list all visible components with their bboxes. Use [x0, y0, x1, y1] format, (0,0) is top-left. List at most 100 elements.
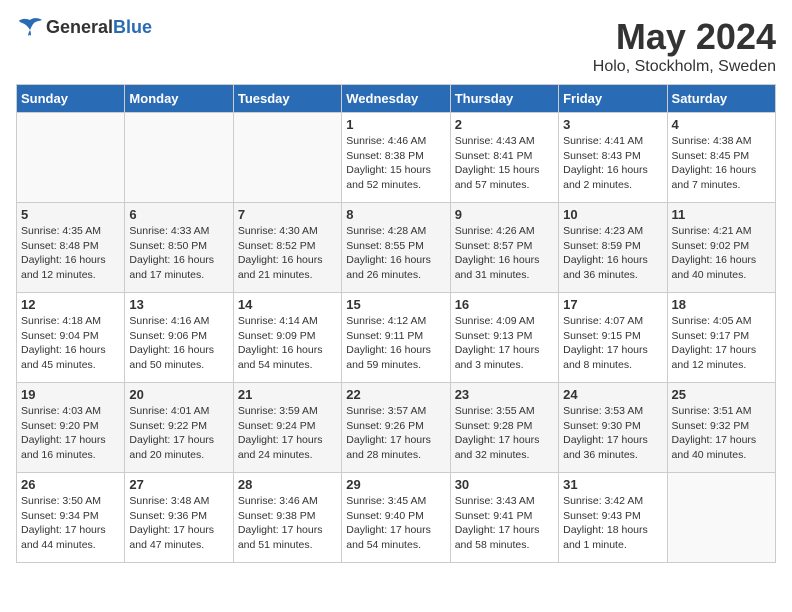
calendar-cell: 23 Sunrise: 3:55 AMSunset: 9:28 PMDayligh… — [450, 383, 558, 473]
calendar-cell: 24 Sunrise: 3:53 AMSunset: 9:30 PMDayligh… — [559, 383, 667, 473]
day-number: 15 — [346, 297, 445, 312]
cell-info: Sunrise: 3:51 AMSunset: 9:32 PMDaylight:… — [672, 404, 771, 463]
logo-blue: Blue — [113, 17, 152, 37]
calendar-cell: 19 Sunrise: 4:03 AMSunset: 9:20 PMDayligh… — [17, 383, 125, 473]
calendar-cell: 30 Sunrise: 3:43 AMSunset: 9:41 PMDayligh… — [450, 473, 558, 563]
day-number: 18 — [672, 297, 771, 312]
calendar-cell: 27Sunrise: 3:48 AMSunset: 9:36 PMDayligh… — [125, 473, 233, 563]
calendar-cell: 13 Sunrise: 4:16 AMSunset: 9:06 PMDayligh… — [125, 293, 233, 383]
day-number: 24 — [563, 387, 662, 402]
calendar-cell: 29 Sunrise: 3:45 AMSunset: 9:40 PMDayligh… — [342, 473, 450, 563]
calendar-cell — [17, 113, 125, 203]
cell-info: Sunrise: 4:30 AMSunset: 8:52 PMDaylight:… — [238, 224, 337, 283]
cell-info: Sunrise: 3:43 AMSunset: 9:41 PMDaylight:… — [455, 494, 554, 553]
month-title: May 2024 — [593, 16, 776, 58]
calendar-week-row: 1 Sunrise: 4:46 AMSunset: 8:38 PMDaylight… — [17, 113, 776, 203]
calendar-cell: 3Sunrise: 4:41 AMSunset: 8:43 PMDaylight… — [559, 113, 667, 203]
calendar-cell: 4 Sunrise: 4:38 AMSunset: 8:45 PMDaylight… — [667, 113, 775, 203]
calendar-body: 1 Sunrise: 4:46 AMSunset: 8:38 PMDaylight… — [17, 113, 776, 563]
calendar-cell: 25 Sunrise: 3:51 AMSunset: 9:32 PMDayligh… — [667, 383, 775, 473]
cell-info: Sunrise: 3:46 AMSunset: 9:38 PMDaylight:… — [238, 494, 337, 553]
cell-info: Sunrise: 4:16 AMSunset: 9:06 PMDaylight:… — [129, 314, 228, 373]
calendar-week-row: 5Sunrise: 4:35 AMSunset: 8:48 PMDaylight… — [17, 203, 776, 293]
day-header-monday: Monday — [125, 85, 233, 113]
calendar-cell: 18 Sunrise: 4:05 AMSunset: 9:17 PMDayligh… — [667, 293, 775, 383]
logo: GeneralBlue — [16, 16, 152, 38]
cell-info: Sunrise: 4:43 AMSunset: 8:41 PMDaylight:… — [455, 134, 554, 193]
day-header-thursday: Thursday — [450, 85, 558, 113]
cell-info: Sunrise: 4:46 AMSunset: 8:38 PMDaylight:… — [346, 134, 445, 193]
calendar-cell: 17Sunrise: 4:07 AMSunset: 9:15 PMDayligh… — [559, 293, 667, 383]
day-header-wednesday: Wednesday — [342, 85, 450, 113]
cell-info: Sunrise: 4:26 AMSunset: 8:57 PMDaylight:… — [455, 224, 554, 283]
calendar-cell: 28 Sunrise: 3:46 AMSunset: 9:38 PMDayligh… — [233, 473, 341, 563]
calendar-cell: 6 Sunrise: 4:33 AMSunset: 8:50 PMDaylight… — [125, 203, 233, 293]
cell-info: Sunrise: 3:55 AMSunset: 9:28 PMDaylight:… — [455, 404, 554, 463]
day-number: 2 — [455, 117, 554, 132]
calendar-cell — [667, 473, 775, 563]
calendar-cell: 20 Sunrise: 4:01 AMSunset: 9:22 PMDayligh… — [125, 383, 233, 473]
day-number: 7 — [238, 207, 337, 222]
calendar-cell: 22 Sunrise: 3:57 AMSunset: 9:26 PMDayligh… — [342, 383, 450, 473]
day-number: 23 — [455, 387, 554, 402]
day-number: 29 — [346, 477, 445, 492]
header: GeneralBlue May 2024 Holo, Stockholm, Sw… — [16, 16, 776, 76]
calendar-table: SundayMondayTuesdayWednesdayThursdayFrid… — [16, 84, 776, 563]
day-number: 31 — [563, 477, 662, 492]
calendar-cell — [233, 113, 341, 203]
calendar-cell: 15Sunrise: 4:12 AMSunset: 9:11 PMDayligh… — [342, 293, 450, 383]
day-number: 27 — [129, 477, 228, 492]
calendar-cell — [125, 113, 233, 203]
logo-bird-icon — [16, 16, 44, 38]
day-number: 5 — [21, 207, 120, 222]
title-area: May 2024 Holo, Stockholm, Sweden — [593, 16, 776, 76]
day-header-saturday: Saturday — [667, 85, 775, 113]
cell-info: Sunrise: 4:38 AMSunset: 8:45 PMDaylight:… — [672, 134, 771, 193]
cell-info: Sunrise: 4:01 AMSunset: 9:22 PMDaylight:… — [129, 404, 228, 463]
day-number: 10 — [563, 207, 662, 222]
day-number: 14 — [238, 297, 337, 312]
calendar-cell: 10Sunrise: 4:23 AMSunset: 8:59 PMDayligh… — [559, 203, 667, 293]
day-number: 20 — [129, 387, 228, 402]
day-number: 6 — [129, 207, 228, 222]
cell-info: Sunrise: 3:57 AMSunset: 9:26 PMDaylight:… — [346, 404, 445, 463]
cell-info: Sunrise: 4:03 AMSunset: 9:20 PMDaylight:… — [21, 404, 120, 463]
day-number: 28 — [238, 477, 337, 492]
calendar-cell: 31Sunrise: 3:42 AMSunset: 9:43 PMDayligh… — [559, 473, 667, 563]
cell-info: Sunrise: 4:05 AMSunset: 9:17 PMDaylight:… — [672, 314, 771, 373]
day-number: 12 — [21, 297, 120, 312]
day-number: 25 — [672, 387, 771, 402]
day-header-tuesday: Tuesday — [233, 85, 341, 113]
day-number: 26 — [21, 477, 120, 492]
calendar-cell: 8Sunrise: 4:28 AMSunset: 8:55 PMDaylight… — [342, 203, 450, 293]
cell-info: Sunrise: 3:53 AMSunset: 9:30 PMDaylight:… — [563, 404, 662, 463]
day-number: 19 — [21, 387, 120, 402]
day-number: 1 — [346, 117, 445, 132]
day-number: 11 — [672, 207, 771, 222]
cell-info: Sunrise: 4:09 AMSunset: 9:13 PMDaylight:… — [455, 314, 554, 373]
cell-info: Sunrise: 4:14 AMSunset: 9:09 PMDaylight:… — [238, 314, 337, 373]
calendar-cell: 7 Sunrise: 4:30 AMSunset: 8:52 PMDaylight… — [233, 203, 341, 293]
logo-general: General — [46, 17, 113, 37]
cell-info: Sunrise: 4:18 AMSunset: 9:04 PMDaylight:… — [21, 314, 120, 373]
logo-text: GeneralBlue — [46, 17, 152, 38]
cell-info: Sunrise: 4:33 AMSunset: 8:50 PMDaylight:… — [129, 224, 228, 283]
calendar-cell: 26Sunrise: 3:50 AMSunset: 9:34 PMDayligh… — [17, 473, 125, 563]
calendar-cell: 1 Sunrise: 4:46 AMSunset: 8:38 PMDaylight… — [342, 113, 450, 203]
day-number: 4 — [672, 117, 771, 132]
cell-info: Sunrise: 4:28 AMSunset: 8:55 PMDaylight:… — [346, 224, 445, 283]
calendar-cell: 21Sunrise: 3:59 AMSunset: 9:24 PMDayligh… — [233, 383, 341, 473]
day-number: 22 — [346, 387, 445, 402]
calendar-cell: 12 Sunrise: 4:18 AMSunset: 9:04 PMDayligh… — [17, 293, 125, 383]
cell-info: Sunrise: 4:07 AMSunset: 9:15 PMDaylight:… — [563, 314, 662, 373]
calendar-cell: 11Sunrise: 4:21 AMSunset: 9:02 PMDayligh… — [667, 203, 775, 293]
calendar-header-row: SundayMondayTuesdayWednesdayThursdayFrid… — [17, 85, 776, 113]
day-number: 30 — [455, 477, 554, 492]
day-number: 13 — [129, 297, 228, 312]
calendar-cell: 14 Sunrise: 4:14 AMSunset: 9:09 PMDayligh… — [233, 293, 341, 383]
cell-info: Sunrise: 3:45 AMSunset: 9:40 PMDaylight:… — [346, 494, 445, 553]
day-header-sunday: Sunday — [17, 85, 125, 113]
calendar-cell: 9Sunrise: 4:26 AMSunset: 8:57 PMDaylight… — [450, 203, 558, 293]
day-number: 21 — [238, 387, 337, 402]
calendar-week-row: 19 Sunrise: 4:03 AMSunset: 9:20 PMDayligh… — [17, 383, 776, 473]
